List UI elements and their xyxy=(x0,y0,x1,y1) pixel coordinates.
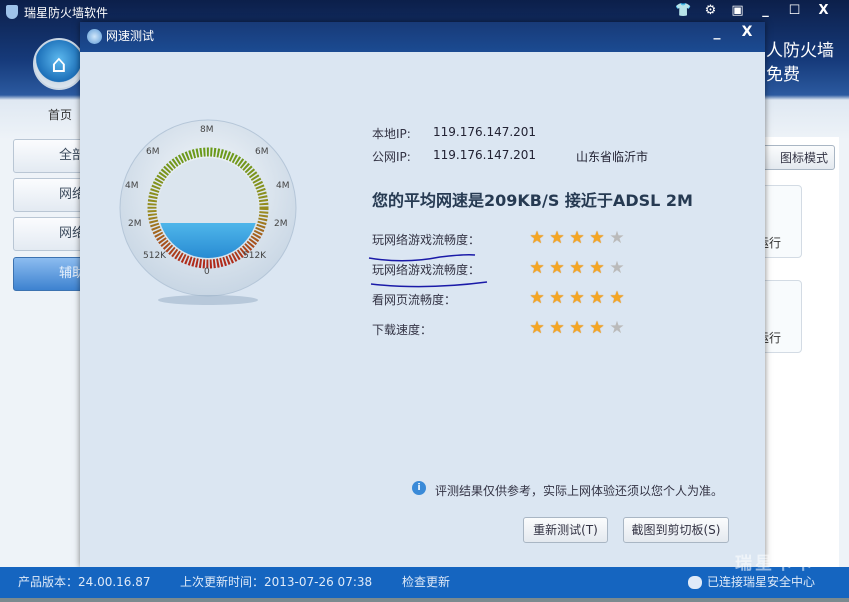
local-ip-label: 本地IP: xyxy=(372,127,411,141)
star-filled-icon: ★ xyxy=(529,228,545,248)
speed-test-dialog: 网速测试 _ X 8M 6M 6M 4M 4M 2M 2M 512K 512K … xyxy=(80,22,765,567)
star-filled-icon: ★ xyxy=(549,258,565,278)
star-filled-icon: ★ xyxy=(569,228,585,248)
gauge-label-2m-left: 2M xyxy=(128,219,142,229)
public-ip-value: 119.176.147.201 xyxy=(433,148,537,162)
gauge-label-512k-left: 512K xyxy=(143,251,167,261)
local-ip-value: 119.176.147.201 xyxy=(433,125,537,139)
dialog-minimize-button[interactable]: _ xyxy=(702,22,732,44)
annotation-underlines xyxy=(368,254,488,288)
gauge-label-4m-right: 4M xyxy=(276,181,290,191)
star-filled-icon: ★ xyxy=(589,318,605,338)
speed-gauge xyxy=(119,119,297,305)
ip-location: 山东省临沂市 xyxy=(576,150,649,164)
view-mode-label: 图标模式 xyxy=(779,151,828,165)
last-update-time: 上次更新时间：2013-07-26 07:38 xyxy=(180,575,373,589)
app-logo-icon xyxy=(6,5,18,19)
gauge-label-6m-left: 6M xyxy=(146,147,160,157)
dialog-title-bar: 网速测试 _ X xyxy=(80,22,765,52)
retest-button[interactable]: 重新测试(T) xyxy=(523,517,608,543)
nav-home[interactable]: 首页 xyxy=(48,106,72,123)
rating-label: 看网页流畅度： xyxy=(372,293,457,307)
skin-icon[interactable]: 👕 xyxy=(670,0,697,22)
gear-icon[interactable]: ⚙ xyxy=(697,0,724,22)
star-empty-icon: ★ xyxy=(609,258,625,278)
rating-row: 看网页流畅度： ★ ★ ★ ★ ★ xyxy=(372,290,642,311)
star-filled-icon: ★ xyxy=(589,228,605,248)
maximize-button[interactable]: ☐ xyxy=(781,0,808,22)
cloud-check-icon xyxy=(688,576,702,589)
title-bar: 瑞星防火墙软件 👕 ⚙ ▣ _ ☐ X xyxy=(0,0,849,24)
star-filled-icon: ★ xyxy=(589,288,605,308)
speed-headline: 您的平均网速是209KB/S 接近于ADSL 2M xyxy=(372,191,693,210)
star-filled-icon: ★ xyxy=(529,258,545,278)
star-filled-icon: ★ xyxy=(529,318,545,338)
star-filled-icon: ★ xyxy=(529,288,545,308)
check-update-link[interactable]: 检查更新 xyxy=(402,567,450,598)
status-bar: 产品版本：24.00.16.87 上次更新时间：2013-07-26 07:38… xyxy=(0,554,849,598)
star-filled-icon: ★ xyxy=(549,288,565,308)
info-icon: i xyxy=(412,481,426,495)
star-rating: ★ ★ ★ ★ ★ xyxy=(527,320,627,337)
gauge-label-2m-right: 2M xyxy=(274,219,288,229)
close-button[interactable]: X xyxy=(810,0,837,22)
home-button[interactable]: ⌂ xyxy=(33,38,85,90)
rating-row: 下载速度： ★ ★ ★ ★ ★ xyxy=(372,320,642,341)
view-mode-button[interactable]: 图标模式 xyxy=(760,145,835,170)
public-ip-label: 公网IP: xyxy=(372,150,411,164)
star-filled-icon: ★ xyxy=(569,258,585,278)
dialog-title: 网速测试 xyxy=(106,29,155,43)
rating-label: 下载速度： xyxy=(372,323,433,337)
star-rating: ★ ★ ★ ★ ★ xyxy=(527,230,627,247)
menu-icon[interactable]: ▣ xyxy=(724,0,751,22)
gauge-label-4m-left: 4M xyxy=(125,181,139,191)
star-empty-icon: ★ xyxy=(609,318,625,338)
product-version: 产品版本：24.00.16.87 xyxy=(18,575,151,589)
star-filled-icon: ★ xyxy=(549,228,565,248)
home-icon: ⌂ xyxy=(51,50,67,78)
banner-text-2: 免费 xyxy=(766,65,800,85)
watermark: 瑞星卡卡 xyxy=(735,554,815,574)
copy-screenshot-button[interactable]: 截图到剪切板(S) xyxy=(623,517,729,543)
minimize-button[interactable]: _ xyxy=(752,0,779,22)
star-filled-icon: ★ xyxy=(549,318,565,338)
speed-test-icon xyxy=(87,29,102,44)
star-filled-icon: ★ xyxy=(569,318,585,338)
star-rating: ★ ★ ★ ★ ★ xyxy=(527,290,627,307)
gauge-label-6m-right: 6M xyxy=(255,147,269,157)
gauge-label-512k-right: 512K xyxy=(243,251,267,261)
dialog-close-button[interactable]: X xyxy=(732,22,762,44)
star-filled-icon: ★ xyxy=(569,288,585,308)
star-rating: ★ ★ ★ ★ ★ xyxy=(527,260,627,277)
star-filled-icon: ★ xyxy=(609,288,625,308)
gauge-shadow xyxy=(158,295,258,305)
star-filled-icon: ★ xyxy=(589,258,605,278)
gauge-label-8m: 8M xyxy=(200,125,214,135)
app-title: 瑞星防火墙软件 xyxy=(24,6,109,20)
star-empty-icon: ★ xyxy=(609,228,625,248)
banner-text-1: 人防火墙 xyxy=(766,41,834,61)
disclaimer-note: 评测结果仅供参考，实际上网体验还须以您个人为准。 xyxy=(435,484,724,498)
gauge-label-0: 0 xyxy=(204,267,210,277)
